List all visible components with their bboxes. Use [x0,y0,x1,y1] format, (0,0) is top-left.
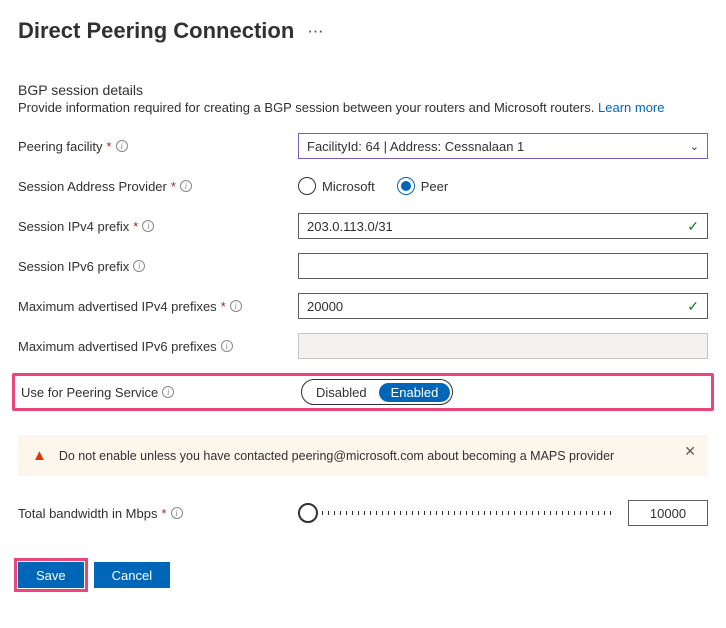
toggle-disabled[interactable]: Disabled [304,383,379,402]
learn-more-link[interactable]: Learn more [598,100,664,115]
more-actions-button[interactable]: ··· [308,24,324,39]
radio-peer[interactable]: Peer [397,177,448,195]
info-icon[interactable]: i [221,340,233,352]
info-icon[interactable]: i [116,140,128,152]
radio-microsoft[interactable]: Microsoft [298,177,375,195]
highlight-use-for-peering-service: Use for Peering Service i Disabled Enabl… [12,373,714,411]
required-marker: * [171,179,176,194]
session-address-provider-radiogroup: Microsoft Peer [298,177,448,195]
footer-buttons: Save Cancel [18,562,708,588]
peering-service-toggle[interactable]: Disabled Enabled [301,379,453,405]
label-session-address-provider: Session Address Provider [18,179,167,194]
row-ipv6-prefix: Session IPv6 prefix i [18,253,708,279]
info-icon[interactable]: i [180,180,192,192]
warning-icon: ▲ [32,447,47,464]
page-title: Direct Peering Connection ··· [18,18,708,44]
bandwidth-slider[interactable] [298,511,614,515]
info-icon[interactable]: i [162,386,174,398]
cancel-button[interactable]: Cancel [94,562,170,588]
close-icon[interactable]: ✕ [684,443,696,460]
warning-banner: ▲ Do not enable unless you have contacte… [18,435,708,476]
save-button[interactable]: Save [18,562,84,588]
check-icon: ✓ [687,298,699,315]
label-peering-facility: Peering facility [18,139,103,154]
label-max-ipv4: Maximum advertised IPv4 prefixes [18,299,217,314]
section-title: BGP session details [18,82,708,98]
label-use-for-peering-service: Use for Peering Service [21,385,158,400]
required-marker: * [133,219,138,234]
label-ipv6-prefix: Session IPv6 prefix [18,259,129,274]
info-icon[interactable]: i [171,507,183,519]
required-marker: * [161,506,166,521]
label-max-ipv6: Maximum advertised IPv6 prefixes [18,339,217,354]
ipv4-prefix-input[interactable]: 203.0.113.0/31 ✓ [298,213,708,239]
row-ipv4-prefix: Session IPv4 prefix * i 203.0.113.0/31 ✓ [18,213,708,239]
row-peering-facility: Peering facility * i FacilityId: 64 | Ad… [18,133,708,159]
row-max-ipv6: Maximum advertised IPv6 prefixes i [18,333,708,359]
max-ipv4-input[interactable]: 20000 ✓ [298,293,708,319]
required-marker: * [107,139,112,154]
peering-facility-select[interactable]: FacilityId: 64 | Address: Cessnalaan 1 ⌄ [298,133,708,159]
toggle-enabled[interactable]: Enabled [379,383,451,402]
info-icon[interactable]: i [142,220,154,232]
row-max-ipv4: Maximum advertised IPv4 prefixes * i 200… [18,293,708,319]
row-session-address-provider: Session Address Provider * i Microsoft P… [18,173,708,199]
required-marker: * [221,299,226,314]
max-ipv6-input [298,333,708,359]
row-use-for-peering-service: Use for Peering Service i Disabled Enabl… [21,379,705,405]
section-description: Provide information required for creatin… [18,100,708,115]
warning-text: Do not enable unless you have contacted … [59,449,614,463]
info-icon[interactable]: i [230,300,242,312]
check-icon: ✓ [687,218,699,235]
label-ipv4-prefix: Session IPv4 prefix [18,219,129,234]
row-bandwidth: Total bandwidth in Mbps * i 10000 [18,500,708,526]
bandwidth-value[interactable]: 10000 [628,500,708,526]
chevron-down-icon: ⌄ [690,140,699,153]
ipv6-prefix-input[interactable] [298,253,708,279]
label-bandwidth: Total bandwidth in Mbps [18,506,157,521]
info-icon[interactable]: i [133,260,145,272]
page-title-text: Direct Peering Connection [18,18,294,44]
